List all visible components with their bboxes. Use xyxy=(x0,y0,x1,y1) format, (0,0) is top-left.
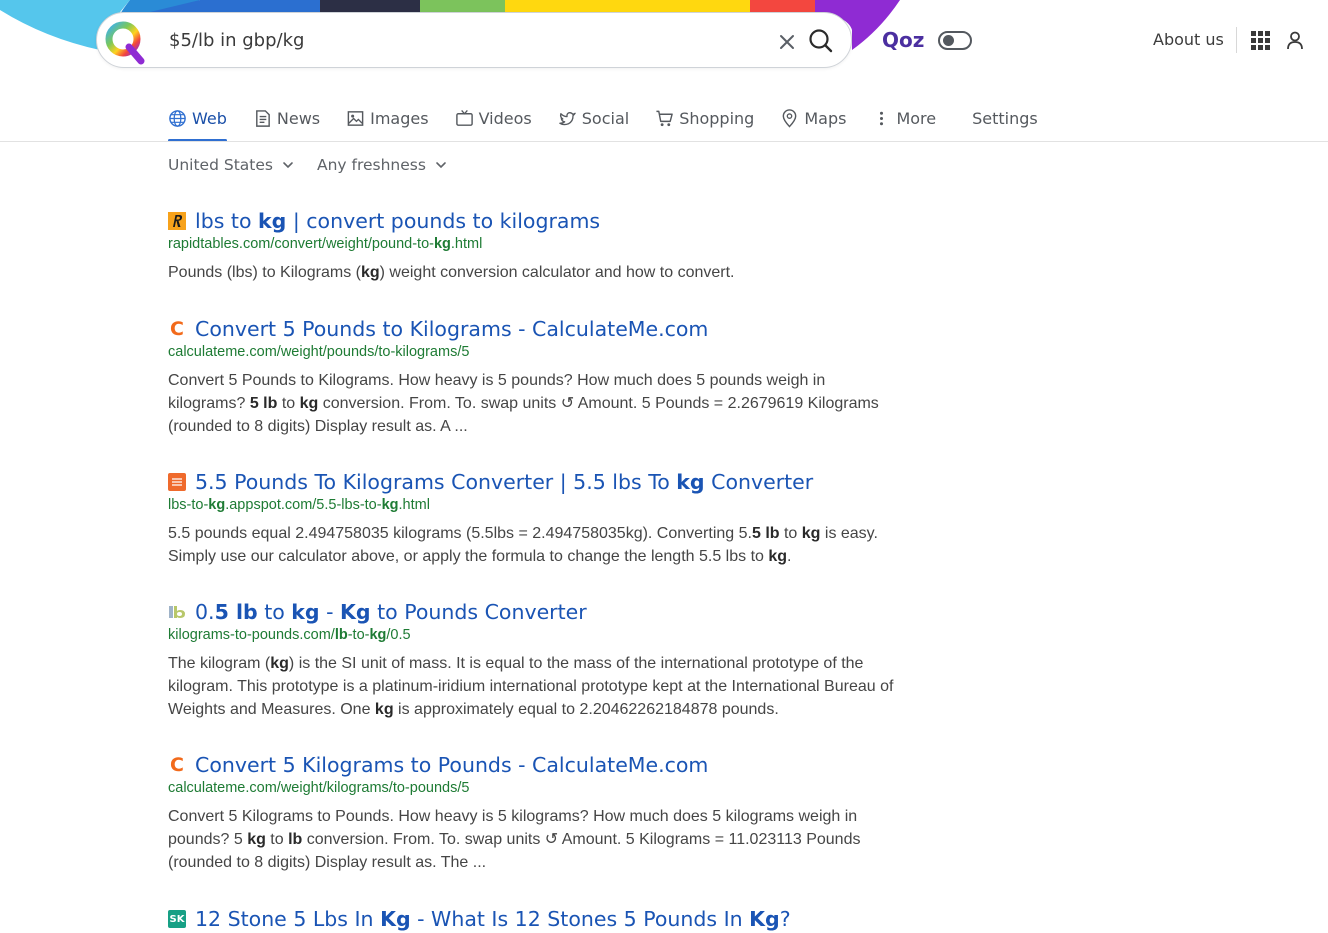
search-result: 0.5 lb to kg - Kg to Pounds Converter ki… xyxy=(168,598,898,721)
clear-search-icon[interactable] xyxy=(775,30,799,54)
bird-icon xyxy=(558,111,576,125)
chevron-down-icon xyxy=(283,162,293,169)
lb-favicon-icon xyxy=(168,603,186,621)
result-header: lbs to kg | convert pounds to kilograms xyxy=(168,207,898,235)
result-url[interactable]: lbs-to-kg.appspot.com/5.5-lbs-to-kg.html xyxy=(168,497,898,513)
tab-videos[interactable]: Videos xyxy=(455,104,532,132)
tabs-divider xyxy=(0,141,1328,142)
freshness-filter[interactable]: Any freshness xyxy=(317,156,448,174)
image-icon xyxy=(347,110,364,126)
cart-icon xyxy=(656,110,673,126)
sk-favicon-icon: SK xyxy=(168,910,186,928)
apps-grid-icon[interactable] xyxy=(1251,31,1270,50)
tab-label: Shopping xyxy=(679,108,755,128)
result-url[interactable]: rapidtables.com/convert/weight/pound-to-… xyxy=(168,236,898,252)
tab-label: Web xyxy=(192,108,227,128)
tab-label: Maps xyxy=(804,108,847,128)
newspaper-icon xyxy=(255,109,270,127)
rapidtables-favicon-icon xyxy=(168,212,186,230)
header-divider xyxy=(1236,27,1237,53)
tab-social[interactable]: Social xyxy=(558,104,629,132)
result-title-link[interactable]: 12 Stone 5 Lbs In Kg - What Is 12 Stones… xyxy=(195,907,791,931)
globe-icon xyxy=(169,109,186,127)
result-snippet: 5.5 pounds equal 2.494758035 kilograms (… xyxy=(168,525,878,565)
lbs-to-kg-favicon-icon xyxy=(168,473,186,491)
tab-label: Images xyxy=(370,108,429,128)
result-header: C Convert 5 Pounds to Kilograms - Calcul… xyxy=(168,315,898,343)
result-header: C Convert 5 Kilograms to Pounds - Calcul… xyxy=(168,751,898,779)
tab-label: Settings xyxy=(972,108,1038,128)
tab-label: News xyxy=(276,108,321,128)
search-result: C Convert 5 Kilograms to Pounds - Calcul… xyxy=(168,751,898,874)
result-title-link[interactable]: lbs to kg | convert pounds to kilograms xyxy=(195,209,600,233)
search-input[interactable] xyxy=(169,27,729,53)
calculateme-favicon-icon: C xyxy=(170,318,184,340)
search-result: lbs to kg | convert pounds to kilograms … xyxy=(168,207,898,284)
qoz-label: Qoz xyxy=(882,28,925,52)
search-icon[interactable] xyxy=(807,27,835,55)
search-result: C Convert 5 Pounds to Kilograms - Calcul… xyxy=(168,315,898,438)
result-snippet: Pounds (lbs) to Kilograms (kg) weight co… xyxy=(168,264,735,281)
tab-settings[interactable]: Settings xyxy=(972,104,1038,132)
tab-label: More xyxy=(896,108,937,128)
result-snippet: Convert 5 Kilograms to Pounds. How heavy… xyxy=(168,808,861,871)
tab-maps[interactable]: Maps xyxy=(780,104,846,132)
tab-label: Social xyxy=(581,108,630,128)
result-header: 0.5 lb to kg - Kg to Pounds Converter xyxy=(168,598,898,626)
search-result: SK 12 Stone 5 Lbs In Kg - What Is 12 Sto… xyxy=(168,905,898,933)
result-title-link[interactable]: Convert 5 Pounds to Kilograms - Calculat… xyxy=(195,317,708,341)
result-url[interactable]: calculateme.com/weight/pounds/to-kilogra… xyxy=(168,344,898,360)
tab-images[interactable]: Images xyxy=(346,104,429,132)
tab-label: Videos xyxy=(478,108,532,128)
chevron-down-icon xyxy=(436,162,446,169)
result-url[interactable]: kilograms-to-pounds.com/lb-to-kg/0.5 xyxy=(168,627,898,643)
map-pin-icon xyxy=(782,108,797,128)
freshness-filter-label: Any freshness xyxy=(316,156,426,174)
qoz-toggle[interactable] xyxy=(938,31,972,50)
search-bar xyxy=(96,12,852,68)
tv-icon xyxy=(455,109,473,126)
user-account-icon[interactable] xyxy=(1285,30,1305,50)
tab-shopping[interactable]: Shopping xyxy=(655,104,754,132)
qwant-logo-icon[interactable] xyxy=(101,17,149,65)
result-title-link[interactable]: 5.5 Pounds To Kilograms Converter | 5.5 … xyxy=(195,470,813,494)
result-title-link[interactable]: 0.5 lb to kg - Kg to Pounds Converter xyxy=(195,600,587,624)
tab-news[interactable]: News xyxy=(253,104,320,132)
result-header: SK 12 Stone 5 Lbs In Kg - What Is 12 Sto… xyxy=(168,905,898,933)
region-filter[interactable]: United States xyxy=(168,156,295,174)
result-snippet: The kilogram (kg) is the SI unit of mass… xyxy=(168,655,894,718)
search-result: 5.5 Pounds To Kilograms Converter | 5.5 … xyxy=(168,468,898,568)
region-filter-label: United States xyxy=(168,156,273,174)
calculateme-favicon-icon: C xyxy=(170,754,184,776)
result-title-link[interactable]: Convert 5 Kilograms to Pounds - Calculat… xyxy=(195,753,708,777)
search-tabs: Web News Images Videos Social Shopping M… xyxy=(168,104,1064,142)
search-filters: United States Any freshness xyxy=(168,156,470,174)
tab-web[interactable]: Web xyxy=(168,104,227,142)
tab-more[interactable]: More xyxy=(872,104,936,132)
result-url[interactable]: calculateme.com/weight/kilograms/to-poun… xyxy=(168,780,898,796)
result-header: 5.5 Pounds To Kilograms Converter | 5.5 … xyxy=(168,468,898,496)
toggle-knob xyxy=(943,35,954,46)
result-snippet: Convert 5 Pounds to Kilograms. How heavy… xyxy=(168,372,879,435)
more-vertical-icon xyxy=(880,111,884,125)
about-us-link[interactable]: About us xyxy=(1153,30,1224,49)
